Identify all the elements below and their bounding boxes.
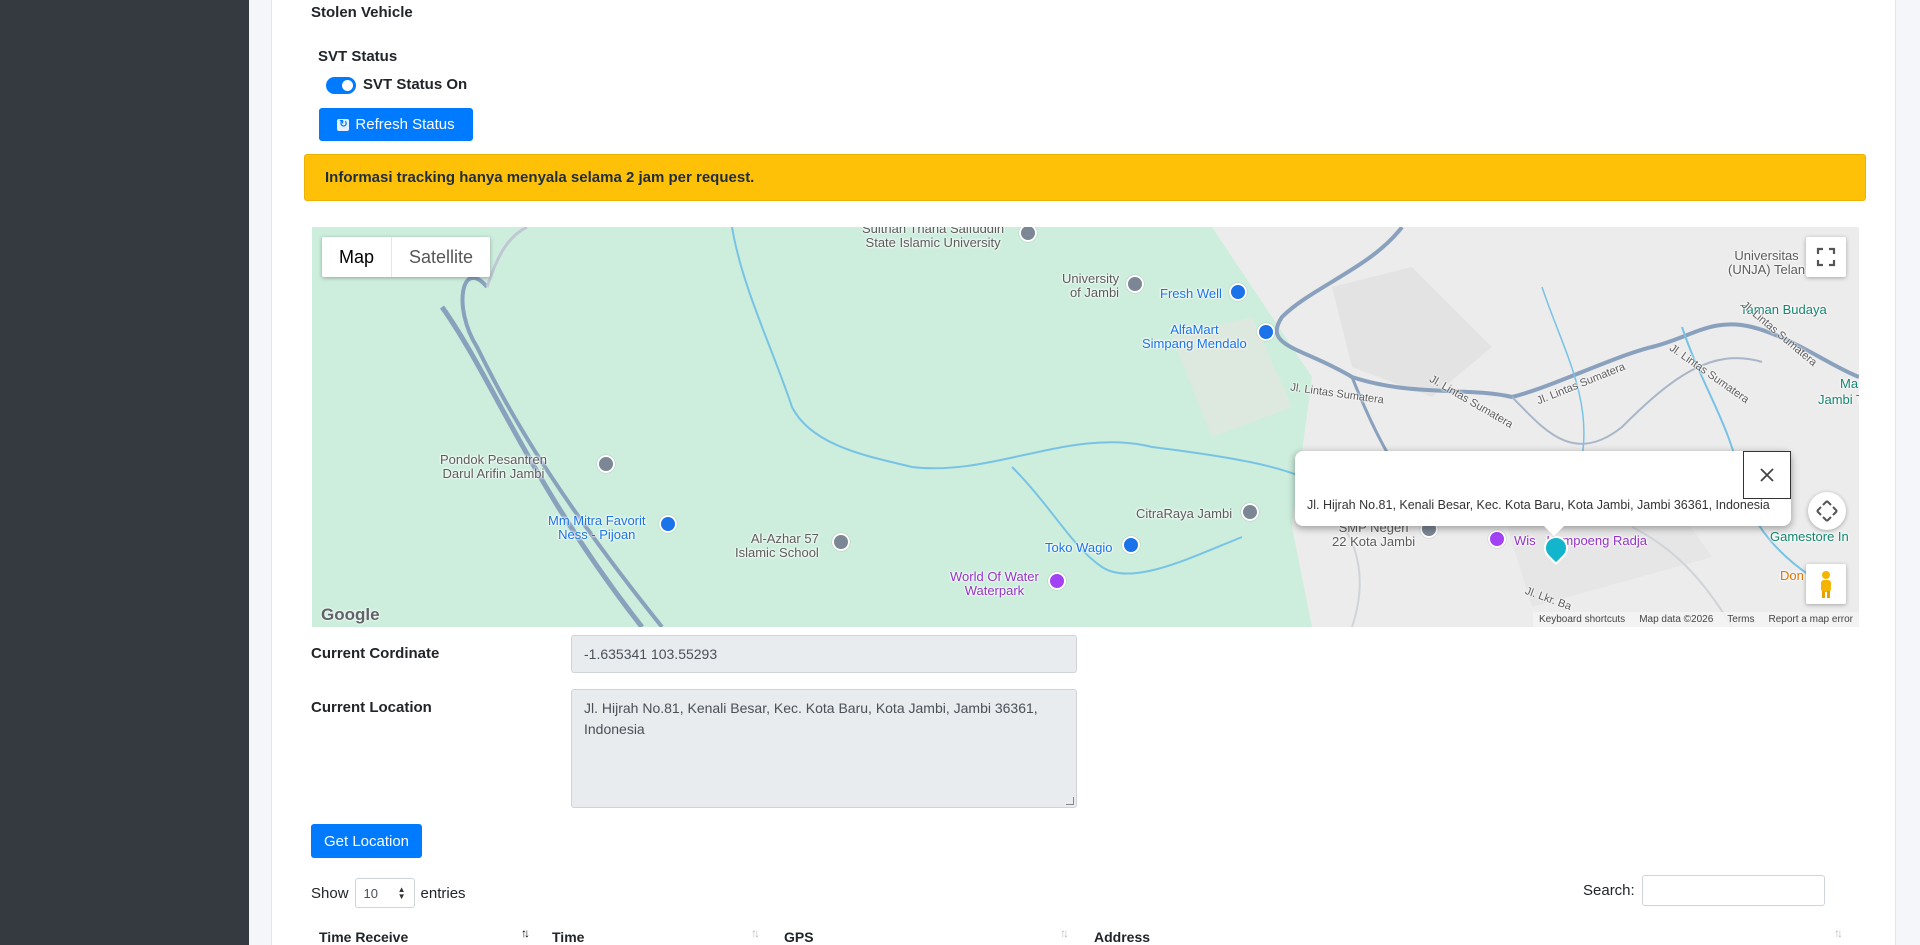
- toggle-knob: [342, 80, 353, 91]
- fullscreen-icon: [1816, 247, 1836, 267]
- current-location-text: Jl. Hijrah No.81, Kenali Besar, Kec. Kot…: [584, 700, 1038, 737]
- map-label-alfamart: AlfaMart Simpang Mendalo: [1142, 322, 1247, 351]
- map-label-unja: Universitas (UNJA) Telan: [1728, 248, 1806, 277]
- sort-icon: ↑↓: [1834, 926, 1843, 940]
- refresh-status-button[interactable]: ↻ Refresh Status: [319, 108, 473, 141]
- map-type-satellite-button[interactable]: Satellite: [391, 237, 490, 277]
- sort-desc-icon: ↑↓: [521, 926, 530, 940]
- shopping-bag-icon: [1257, 323, 1275, 341]
- column-header-address[interactable]: Address: [1094, 929, 1150, 945]
- google-logo: Google: [321, 605, 380, 624]
- map-data-attribution: Map data ©2026: [1639, 614, 1714, 625]
- column-header-time-receive[interactable]: Time Receive: [319, 929, 408, 945]
- keyboard-shortcuts-link[interactable]: Keyboard shortcuts: [1539, 612, 1625, 627]
- map-label-toko-wagio: Toko Wagio: [1045, 540, 1113, 555]
- school-icon: [832, 533, 850, 551]
- map-label-jambi-to: Jambi To: [1818, 392, 1859, 407]
- tracking-info-alert: Informasi tracking hanya menyala selama …: [304, 154, 1866, 201]
- place-icon: [1241, 503, 1259, 521]
- current-location-field[interactable]: Jl. Hijrah No.81, Kenali Besar, Kec. Kot…: [571, 689, 1077, 808]
- pan-arrows-icon: [1816, 500, 1838, 522]
- sort-icon: ↑↓: [1060, 926, 1069, 940]
- school-icon: [597, 455, 615, 473]
- map-label-pondok: Pondok Pesantren Darul Arifin Jambi: [440, 452, 547, 481]
- map-type-control: Map Satellite: [322, 237, 491, 277]
- shopping-bag-icon: [1122, 536, 1140, 554]
- select-arrows-icon: ▲ ▼: [397, 885, 406, 901]
- map-label-gamestore: Gamestore In: [1770, 529, 1849, 544]
- attraction-icon: [1048, 572, 1066, 590]
- map-label-univ-jambi: University of Jambi: [1062, 271, 1120, 300]
- column-header-time[interactable]: Time: [552, 929, 584, 945]
- refresh-status-label: Refresh Status: [355, 116, 455, 133]
- terms-link[interactable]: Terms: [1727, 612, 1754, 627]
- map-label-world-of-water: World Of Water Waterpark: [950, 569, 1039, 598]
- info-window-tail: [1543, 525, 1565, 536]
- datatable-search: Search:: [1583, 875, 1825, 906]
- column-header-gps[interactable]: GPS: [784, 929, 814, 945]
- school-icon: [1126, 275, 1144, 293]
- map-label-sulthan: Sulthan Thaha Saifuddin State Islamic Un…: [862, 227, 1005, 250]
- map-info-window: Jl. Hijrah No.81, Kenali Besar, Kec. Kot…: [1295, 451, 1791, 526]
- current-coordinate-label: Current Cordinate: [311, 645, 440, 662]
- sort-icon: ↑↓: [751, 926, 760, 940]
- close-icon: [1760, 468, 1774, 482]
- section-title: Stolen Vehicle: [311, 4, 413, 21]
- svt-status-toggle-label: SVT Status On: [363, 76, 468, 93]
- current-coordinate-field[interactable]: -1.635341 103.55293: [571, 635, 1077, 673]
- camera-control-button[interactable]: [1808, 492, 1846, 530]
- map-type-map-button[interactable]: Map: [322, 237, 391, 277]
- search-input[interactable]: [1641, 875, 1825, 906]
- search-label: Search:: [1583, 882, 1635, 899]
- current-location-label: Current Location: [311, 699, 432, 716]
- datatable-length-control: Show 10 ▲ ▼ entries: [311, 878, 466, 908]
- report-map-error-link[interactable]: Report a map error: [1769, 612, 1853, 627]
- show-label: Show: [311, 884, 349, 902]
- shopping-cart-icon: [1229, 283, 1247, 301]
- svt-status-toggle[interactable]: [326, 77, 356, 94]
- map-label-citraraya: CitraRaya Jambi: [1136, 506, 1233, 521]
- map-label-kampoeng-radja: Wis Kampoeng Radja: [1514, 533, 1647, 548]
- info-window-address: Jl. Hijrah No.81, Kenali Besar, Kec. Kot…: [1307, 498, 1770, 512]
- google-map[interactable]: Map Satellite Sulthan Thaha Saifuddin St…: [312, 227, 1859, 627]
- svt-status-title: SVT Status: [318, 48, 398, 65]
- page-size-value: 10: [363, 885, 378, 901]
- map-label-don: Don: [1780, 568, 1804, 583]
- map-footer: Keyboard shortcuts Map data ©2026 Terms …: [1533, 612, 1859, 627]
- refresh-icon: ↻: [337, 118, 350, 131]
- pegman-icon: [1821, 571, 1831, 598]
- get-location-button[interactable]: Get Location: [311, 824, 422, 858]
- map-label-mm-mitra: Mm Mitra Favorit Ness - Pijoan: [548, 513, 646, 542]
- fullscreen-button[interactable]: [1806, 237, 1846, 277]
- street-view-pegman-button[interactable]: [1806, 564, 1846, 604]
- textarea-resize-handle[interactable]: [1066, 797, 1074, 805]
- page-size-select[interactable]: 10 ▲ ▼: [354, 878, 415, 908]
- sidebar: [0, 0, 249, 945]
- map-label-al-azhar: Al-Azhar 57 Islamic School: [735, 531, 819, 560]
- map-label-ma: Ma: [1840, 376, 1859, 391]
- map-label-fresh-well: Fresh Well: [1160, 286, 1222, 301]
- entries-label: entries: [420, 884, 466, 902]
- info-window-close-button[interactable]: [1743, 451, 1791, 499]
- shopping-cart-icon: [659, 515, 677, 533]
- attraction-icon: [1488, 530, 1506, 548]
